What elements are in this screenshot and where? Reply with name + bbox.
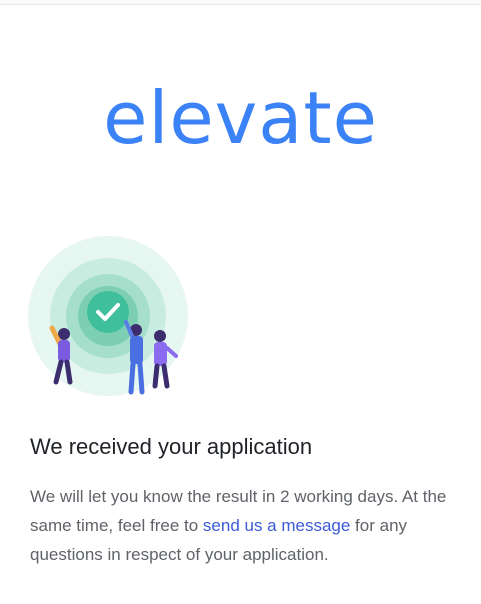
- check-circle-icon: [87, 291, 129, 333]
- top-divider: [0, 0, 481, 5]
- application-received-illustration: [28, 236, 188, 396]
- send-message-link[interactable]: send us a message: [203, 516, 350, 535]
- elevate-logo: elevate: [103, 76, 378, 160]
- confirmation-title: We received your application: [30, 434, 313, 459]
- confirmation-message: We will let you know the result in 2 wor…: [30, 482, 470, 569]
